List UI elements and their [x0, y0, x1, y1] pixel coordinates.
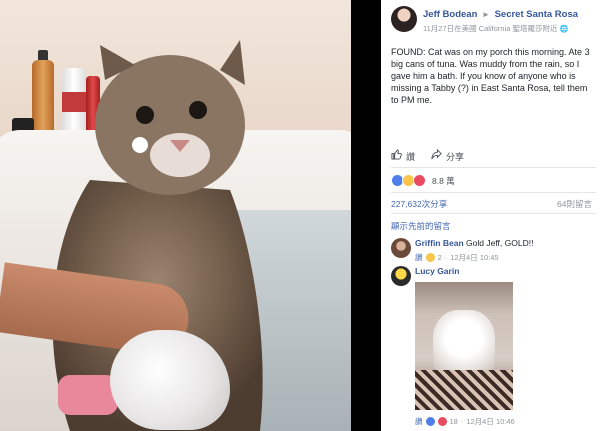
divider: [391, 192, 596, 193]
comment-text: Gold Jeff, GOLD!!: [466, 238, 534, 248]
dot-separator: ·: [460, 417, 464, 426]
comment-like-button[interactable]: 讚: [415, 252, 423, 263]
pink-sponge: [58, 375, 118, 415]
dot-separator: ·: [444, 253, 448, 262]
share-count[interactable]: 227,632次分享: [391, 198, 447, 210]
comment-photo[interactable]: [415, 282, 513, 410]
comment-time[interactable]: 12月4日 10:46: [466, 416, 514, 427]
post-panel: Jeff Bodean ► Secret Santa Rosa 11月27日在美…: [381, 0, 600, 431]
comment: Griffin Bean Gold Jeff, GOLD!! 讚 2 · 12月…: [391, 238, 596, 266]
share-icon: [431, 148, 442, 163]
blanket: [415, 370, 513, 410]
like-label: 讚: [406, 151, 416, 162]
author-name[interactable]: Jeff Bodean: [423, 9, 477, 20]
globe-icon: 🌐: [559, 26, 569, 33]
comment-time[interactable]: 12月4日 10:45: [450, 252, 498, 263]
love-reaction-icon: [413, 174, 426, 187]
haha-reaction-icon: [425, 253, 435, 262]
comment-like-button[interactable]: 讚: [415, 416, 423, 427]
thumbs-up-icon: [391, 149, 402, 163]
arrow-icon: ►: [482, 10, 490, 19]
divider: [391, 213, 596, 214]
share-label: 分享: [446, 151, 465, 162]
post-meta: 11月27日在美國 California 聖塔羅莎附近 🌐: [423, 23, 568, 34]
divider: [391, 167, 596, 168]
comment-meta: 讚 2 · 12月4日 10:45: [415, 252, 499, 263]
comment-count[interactable]: 64則留言: [557, 198, 592, 210]
group-name[interactable]: Secret Santa Rosa: [495, 9, 578, 20]
post-actions: 讚 分享: [391, 148, 464, 164]
view-previous-comments-link[interactable]: 顯示先前的留言: [391, 220, 451, 232]
like-button[interactable]: 讚: [391, 149, 415, 163]
post-header: Jeff Bodean ► Secret Santa Rosa 11月27日在美…: [391, 6, 596, 36]
post-text: FOUND: Cat was on my porch this morning.…: [391, 47, 590, 105]
post-byline: Jeff Bodean ► Secret Santa Rosa: [423, 9, 578, 20]
comment-body: Griffin Bean Gold Jeff, GOLD!!: [415, 238, 533, 248]
comment-meta: 讚 18 · 12月4日 10:46: [415, 416, 515, 427]
comment-reaction-count: 2: [437, 253, 442, 262]
comment-reaction-count: 18: [449, 417, 458, 426]
author-avatar[interactable]: [391, 6, 417, 32]
commenter-name[interactable]: Griffin Bean: [415, 238, 464, 248]
post-timestamp[interactable]: 11月27日在美國 California 聖塔羅莎附近: [423, 24, 557, 33]
love-reaction-icon: [437, 417, 447, 426]
commenter-name[interactable]: Lucy Garin: [415, 266, 459, 276]
post-photo[interactable]: [0, 0, 351, 431]
reaction-count: 8.8 萬: [432, 175, 455, 186]
comment-body: Lucy Garin: [415, 266, 459, 276]
like-reaction-icon: [425, 417, 435, 426]
reaction-summary[interactable]: 8.8 萬: [391, 174, 455, 187]
commenter-avatar[interactable]: [391, 266, 411, 286]
commenter-avatar[interactable]: [391, 238, 411, 258]
share-button[interactable]: 分享: [431, 148, 465, 163]
